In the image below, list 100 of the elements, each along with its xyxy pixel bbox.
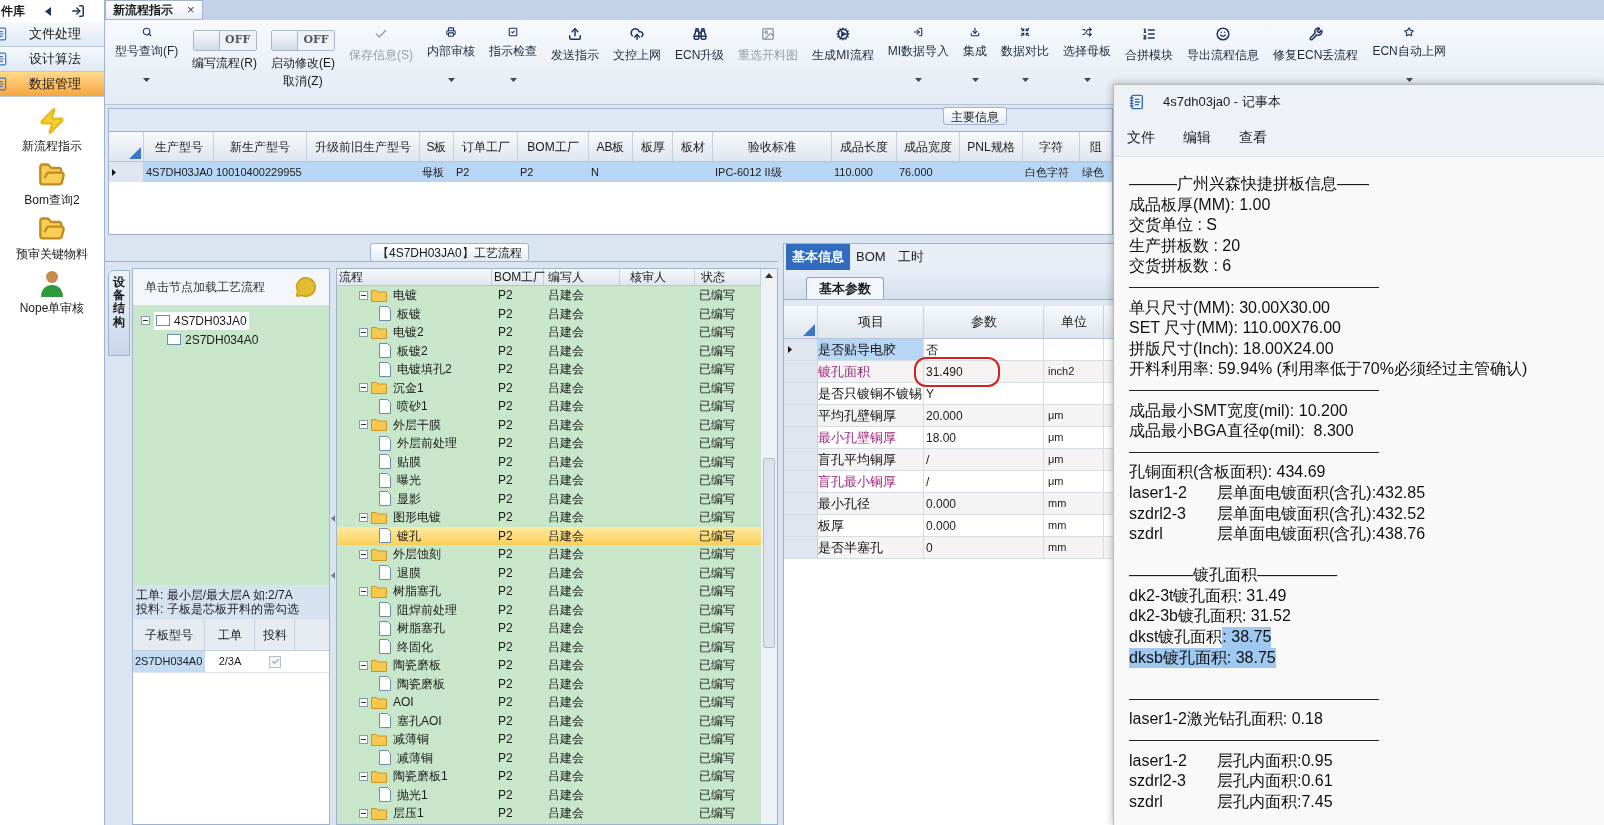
toolbar-button[interactable]: ECN自动上网 xyxy=(1368,20,1450,82)
collapse-icon[interactable] xyxy=(359,660,368,670)
table-row[interactable]: 是否贴导电胶 否 xyxy=(784,339,1113,361)
collapse-icon[interactable] xyxy=(359,512,368,522)
column-header[interactable]: 单位 xyxy=(1044,306,1104,338)
table-row[interactable]: 平均孔壁铜厚 20.000 μm xyxy=(784,405,1113,427)
scroll-up-icon[interactable] xyxy=(765,273,773,278)
checkbox[interactable] xyxy=(269,655,281,668)
column-header[interactable]: 编写人 xyxy=(544,269,620,285)
column-header[interactable]: 升级前旧生产型号 xyxy=(307,132,420,161)
table-row[interactable]: 盲孔平均铜厚 / μm xyxy=(784,449,1113,471)
column-header[interactable]: BOM工厂 xyxy=(518,132,589,161)
collapse-icon[interactable] xyxy=(359,549,368,559)
table-row[interactable]: 盲孔最小铜厚 / μm xyxy=(784,471,1113,493)
column-header[interactable]: 订单工厂 xyxy=(454,132,518,161)
column-header[interactable]: 成品宽度 xyxy=(897,132,960,161)
document-tab[interactable]: 新流程指示 × xyxy=(105,0,203,20)
sidebar-menu-item[interactable]: 设计算法 xyxy=(0,47,104,72)
table-cell-text: 已编写 xyxy=(699,601,735,619)
column-header[interactable]: 成品长度 xyxy=(832,132,897,161)
column-header[interactable]: 板厚 xyxy=(633,132,673,161)
column-header[interactable]: 工单 xyxy=(205,619,255,650)
toolbar-button[interactable]: 发送指示 xyxy=(547,20,603,82)
tree-node[interactable]: 2S7DH034A0 xyxy=(165,330,261,349)
column-header[interactable]: 验收标准 xyxy=(713,132,832,161)
toolbar-button[interactable]: 数据对比 xyxy=(997,20,1054,82)
toolbar-button[interactable]: 内部审核 xyxy=(423,20,479,82)
sidebar-menu-item[interactable]: 数据管理 xyxy=(0,72,104,97)
column-header[interactable]: 生产型号 xyxy=(144,132,214,161)
column-header[interactable]: 阻 xyxy=(1080,132,1112,161)
table-row[interactable]: 板厚 0.000 mm xyxy=(784,515,1113,537)
sign-in-icon[interactable] xyxy=(71,4,85,18)
scrollbar[interactable] xyxy=(761,269,777,824)
collapse-icon[interactable] xyxy=(359,771,368,781)
tab[interactable]: 基本参数 xyxy=(806,277,884,299)
text-line: SET 尺寸(MM): 110.00X76.00 xyxy=(1129,318,1341,339)
launcher-item[interactable]: 新流程指示 xyxy=(22,107,82,155)
document-icon xyxy=(379,454,391,470)
close-button[interactable]: × xyxy=(187,0,195,20)
toggle-switch[interactable]: OFF xyxy=(192,30,257,51)
collapse-icon[interactable] xyxy=(359,586,368,596)
toggle-switch[interactable]: OFF xyxy=(271,30,335,51)
sidebar-menu-item[interactable]: 文件处理 xyxy=(0,22,104,47)
column-header[interactable]: 参数 xyxy=(924,306,1044,338)
tree-node[interactable]: 4S7DH03JA0 xyxy=(154,311,249,330)
tab[interactable]: 基本信息 xyxy=(786,244,850,270)
column-header[interactable]: 子板型号 xyxy=(133,619,205,650)
table-row[interactable]: 最小孔径 0.000 mm xyxy=(784,493,1113,515)
table-cell-text: 吕建会 xyxy=(548,379,584,397)
collapse-icon[interactable] xyxy=(359,290,368,300)
toolbar-button[interactable]: 型号查询(F) xyxy=(111,20,183,82)
column-header[interactable]: AB板 xyxy=(589,132,633,161)
toolbar-button[interactable]: 集成 xyxy=(959,20,992,82)
tab[interactable]: 工时 xyxy=(891,244,930,270)
column-header[interactable]: BOM工厂 xyxy=(492,269,544,285)
collapse-icon[interactable] xyxy=(141,316,150,325)
column-header[interactable]: 流程 xyxy=(337,269,492,285)
toolbar-button[interactable]: 生成MI流程 xyxy=(808,20,878,82)
toolbar-button[interactable]: 指示检查 xyxy=(485,20,541,82)
column-header[interactable]: PNL规格 xyxy=(960,132,1023,161)
menu-item[interactable]: 文件 xyxy=(1127,127,1155,148)
toolbar-button[interactable]: MI数据导入 xyxy=(883,20,954,82)
collapse-icon[interactable] xyxy=(359,808,368,818)
menu-item[interactable]: 编辑 xyxy=(1183,127,1211,148)
toolbar-button[interactable]: 文控上网 xyxy=(609,20,665,82)
column-header[interactable]: 板材 xyxy=(673,132,713,161)
tab[interactable]: BOM xyxy=(850,244,892,270)
collapse-icon[interactable] xyxy=(359,383,368,393)
table-cell-text: P2 xyxy=(498,805,513,823)
column-header[interactable]: 投料 xyxy=(255,619,295,650)
table-cell-text: P2 xyxy=(498,324,513,342)
collapse-left-icon[interactable] xyxy=(45,6,51,16)
collapse-icon[interactable] xyxy=(359,697,368,707)
menu-item[interactable]: 查看 xyxy=(1239,127,1267,148)
column-header[interactable]: S板 xyxy=(420,132,454,161)
column-header[interactable]: 项目 xyxy=(818,306,924,338)
scrollbar-thumb[interactable] xyxy=(763,458,775,648)
folder-icon xyxy=(371,510,387,524)
table-row[interactable]: 是否只镀铜不镀锡 Y xyxy=(784,383,1113,405)
column-header[interactable]: 核审人 xyxy=(620,269,695,285)
launcher-item[interactable]: 预审关键物料 xyxy=(16,215,88,263)
collapse-icon[interactable] xyxy=(359,734,368,744)
launcher-item[interactable]: Bom查询2 xyxy=(24,161,80,209)
toolbar-button[interactable]: 修复ECN丢流程 xyxy=(1269,20,1363,82)
launcher-item[interactable]: Nope单审核 xyxy=(19,269,85,317)
toolbar-button[interactable]: 导出流程信息 xyxy=(1183,20,1264,82)
collapse-icon[interactable] xyxy=(359,420,368,430)
toolbar-button[interactable]: 合拼模块 xyxy=(1121,20,1178,82)
column-header[interactable]: 新生产型号 xyxy=(214,132,307,161)
vertical-tab[interactable]: 设备结构 xyxy=(108,270,130,356)
process-name: 陶瓷磨板 xyxy=(397,675,445,693)
table-row[interactable]: 是否半塞孔 0 mm xyxy=(784,537,1113,559)
collapse-icon[interactable] xyxy=(359,327,368,337)
toolbar-button[interactable]: 选择母板 xyxy=(1059,20,1116,82)
table-row[interactable]: 4S7DH03JA0 10010400229955 母板 P2 P2 N IPC-6012 II级 110.000 76.000 白色字符 绿色 xyxy=(109,162,1112,182)
column-header[interactable]: 字符 xyxy=(1023,132,1080,161)
table-row[interactable]: 最小孔壁铜厚 18.00 μm xyxy=(784,427,1113,449)
toolbar-button[interactable]: ECN升级 xyxy=(671,20,729,82)
row-header[interactable] xyxy=(784,339,818,360)
table-cell-text: P2 xyxy=(498,361,513,379)
